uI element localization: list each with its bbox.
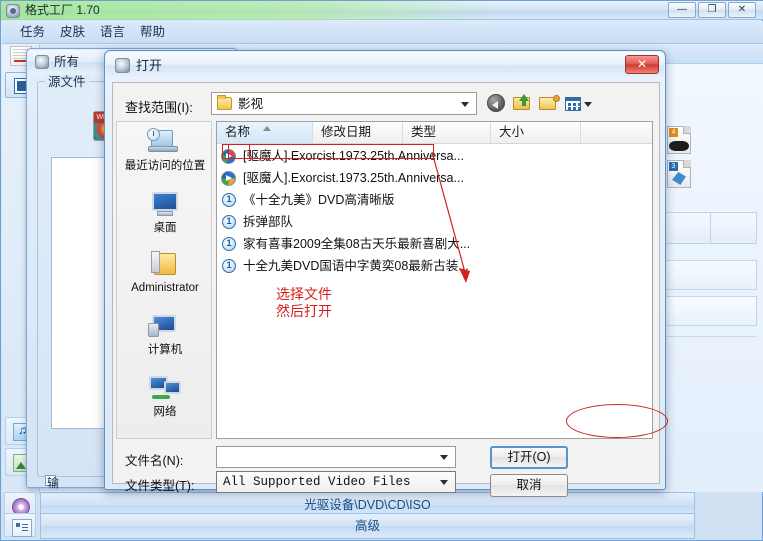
annotation-text: 选择文件 然后打开 [276, 287, 332, 321]
annotation-line-2: 然后打开 [276, 304, 332, 320]
screen: 格式工厂 1.70 — ❐ ✕ 任务 皮肤 语言 帮助 ♫ 4 3 光驱设备\D… [0, 0, 763, 541]
annotation-line-1: 选择文件 [276, 287, 332, 303]
annotation-arrow [431, 151, 470, 283]
